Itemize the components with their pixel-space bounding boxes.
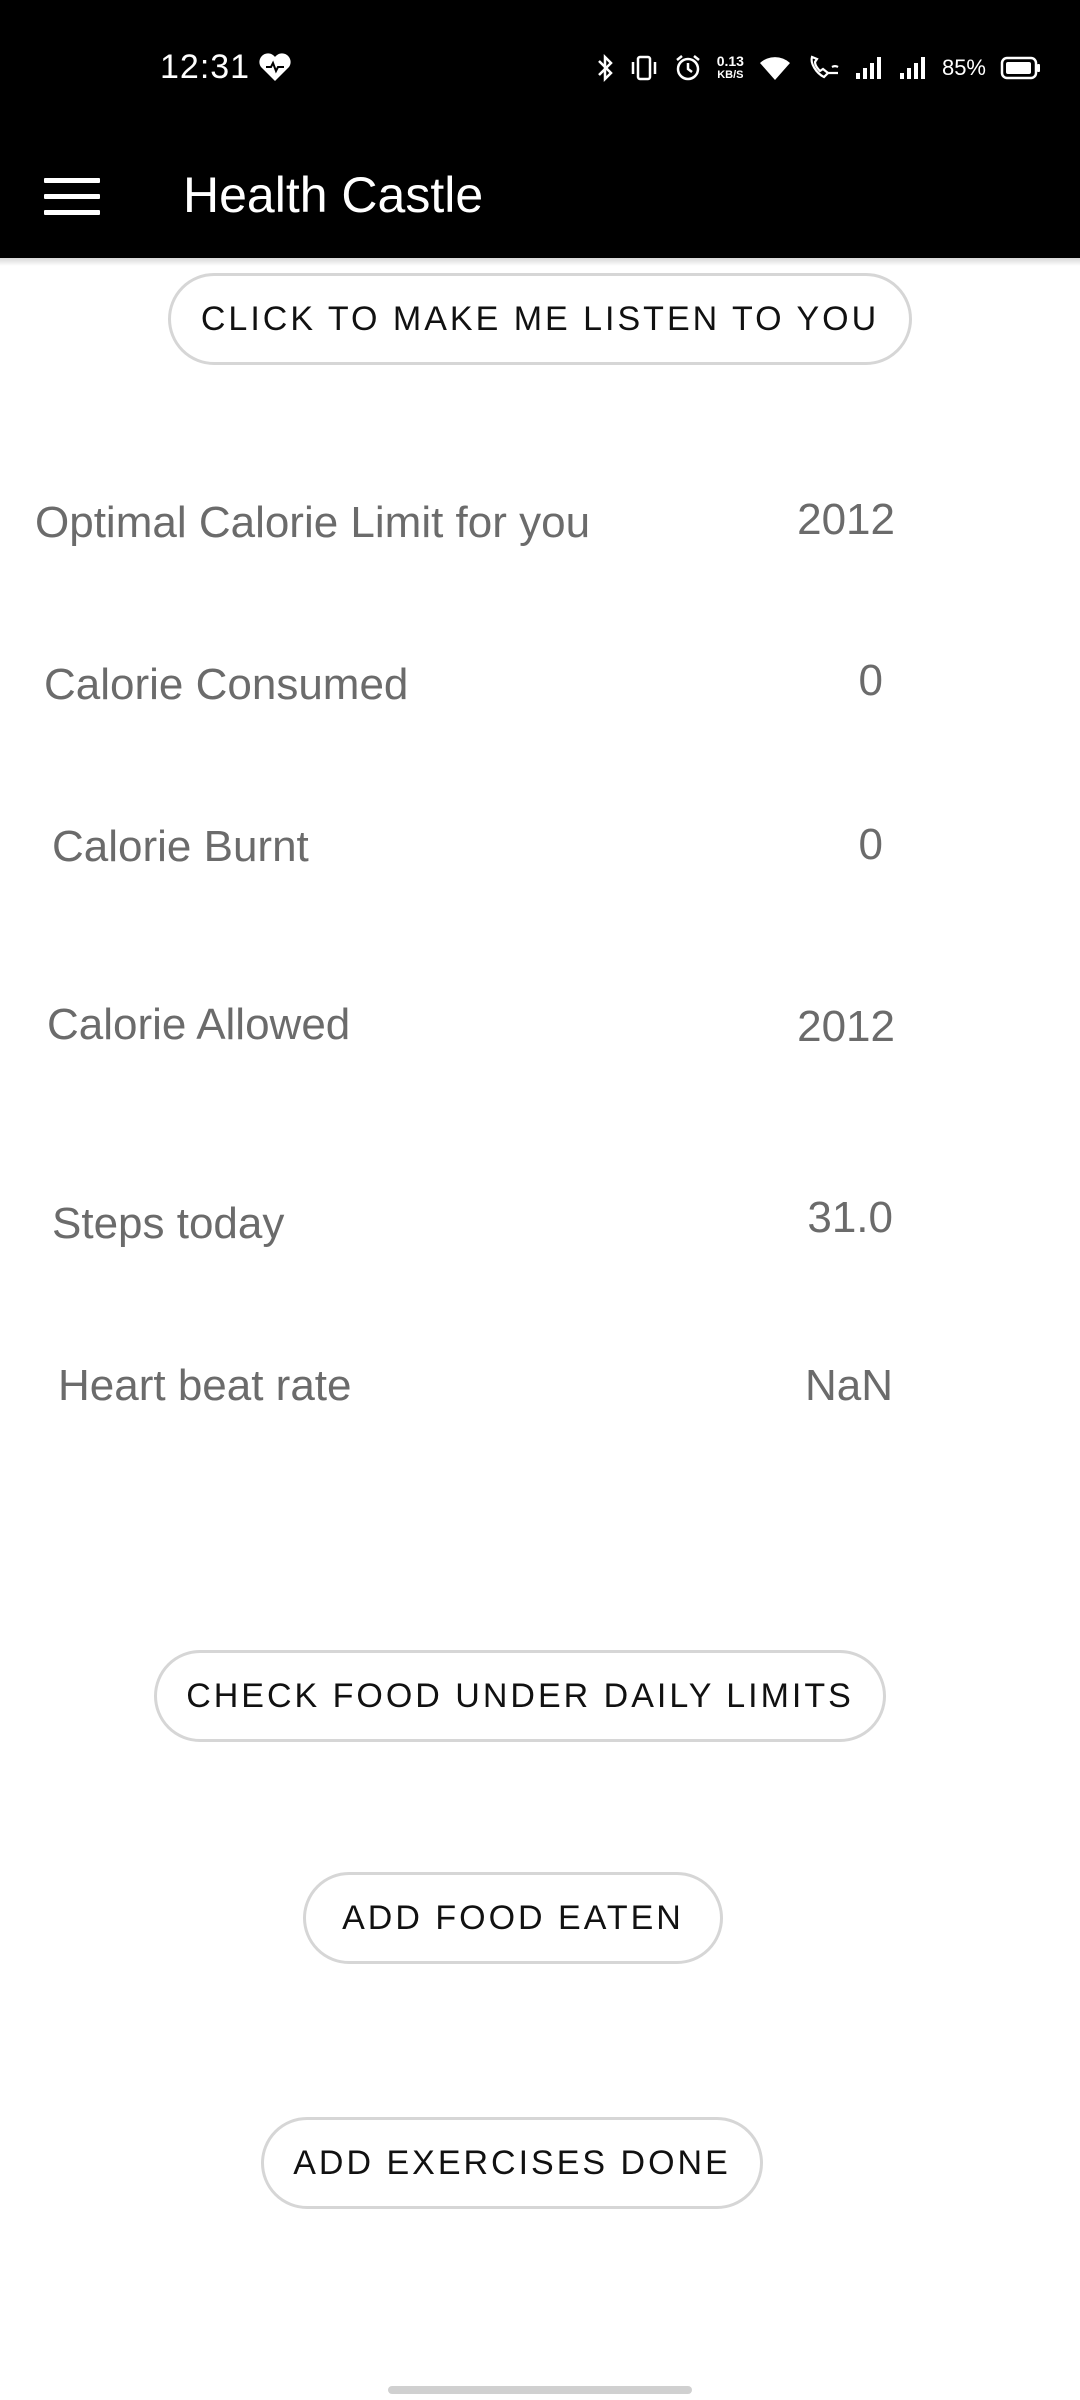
listen-button[interactable]: CLICK TO MAKE ME LISTEN TO YOU — [168, 273, 912, 365]
net-speed-unit: KB/S — [717, 69, 744, 81]
net-speed: 0.13 KB/S — [717, 54, 744, 82]
wifi-call-icon — [810, 55, 839, 79]
optimal-calorie-label: Optimal Calorie Limit for you — [35, 498, 591, 547]
signal-icon — [899, 57, 925, 79]
calorie-consumed-value: 0 — [858, 656, 883, 705]
battery-percent: 85% — [941, 55, 986, 80]
status-icons: 0.13 KB/S 85% — [595, 50, 1042, 86]
home-indicator[interactable] — [388, 2386, 692, 2394]
status-time: 12:31 — [160, 48, 251, 86]
app-title: Health Castle — [183, 167, 484, 223]
calorie-allowed-value: 2012 — [797, 1002, 895, 1051]
signal-icon — [855, 57, 881, 79]
battery-icon — [1000, 56, 1040, 80]
net-speed-value: 0.13 — [716, 53, 744, 69]
calorie-allowed-label: Calorie Allowed — [47, 1000, 351, 1049]
steps-today-value: 31.0 — [807, 1193, 893, 1242]
alarm-icon — [675, 55, 700, 81]
app-bar-shadow — [0, 258, 1080, 266]
heart-rate-value: NaN — [804, 1361, 893, 1410]
calorie-consumed-label: Calorie Consumed — [44, 660, 409, 709]
vibrate-icon — [631, 55, 656, 81]
optimal-calorie-value: 2012 — [797, 495, 895, 544]
add-food-button[interactable]: ADD FOOD EATEN — [303, 1872, 723, 1964]
heart-icon — [259, 53, 291, 81]
calorie-burnt-label: Calorie Burnt — [52, 822, 309, 871]
check-food-button[interactable]: CHECK FOOD UNDER DAILY LIMITS — [154, 1650, 886, 1742]
menu-icon[interactable] — [44, 166, 100, 226]
bluetooth-icon — [597, 53, 613, 83]
heart-rate-label: Heart beat rate — [58, 1361, 352, 1410]
add-exercises-button[interactable]: ADD EXERCISES DONE — [261, 2117, 763, 2209]
wifi-icon — [759, 57, 790, 80]
app-bar: Health Castle — [0, 136, 1080, 258]
status-bar: 12:31 0.13 KB/S 85% — [0, 0, 1080, 136]
steps-today-label: Steps today — [52, 1199, 285, 1248]
calorie-burnt-value: 0 — [858, 820, 883, 869]
